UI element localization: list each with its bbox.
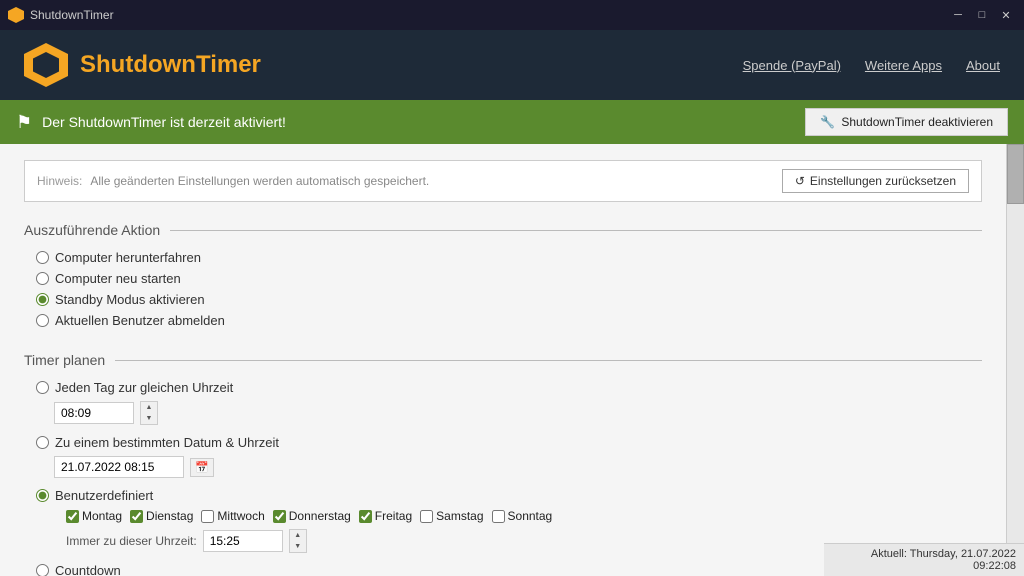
status-bar: ⚑ Der ShutdownTimer ist derzeit aktivier… — [0, 100, 1024, 144]
day-checkboxes: Montag Dienstag Mittwoch Donnerstag — [66, 509, 982, 523]
timer-radio-datetime[interactable] — [36, 436, 49, 449]
timer-radio-countdown[interactable] — [36, 564, 49, 576]
timer-radio-daily[interactable] — [36, 381, 49, 394]
action-section: Auszuführende Aktion Computer herunterfa… — [24, 222, 982, 328]
custom-radio-row: Benutzerdefiniert — [36, 488, 982, 503]
action-radio-logout[interactable] — [36, 314, 49, 327]
action-radio-shutdown[interactable] — [36, 251, 49, 264]
more-apps-link[interactable]: Weitere Apps — [865, 58, 942, 73]
datetime-input-row: 📅 — [54, 456, 982, 478]
reset-label: Einstellungen zurücksetzen — [810, 174, 956, 188]
checkbox-saturday[interactable] — [420, 510, 433, 523]
hint-box: Hinweis: Alle geänderten Einstellungen w… — [24, 160, 982, 202]
logo-inner-hex — [33, 52, 59, 78]
title-bar: ShutdownTimer ─ □ ✕ — [0, 0, 1024, 30]
spinner-up[interactable]: ▲ — [141, 402, 157, 413]
close-button[interactable]: ✕ — [996, 5, 1016, 25]
action-label-restart: Computer neu starten — [55, 271, 181, 286]
daily-time-spinner[interactable]: ▲ ▼ — [140, 401, 158, 425]
timer-radio-custom[interactable] — [36, 489, 49, 502]
status-message: Der ShutdownTimer ist derzeit aktiviert! — [42, 114, 805, 130]
logo-text: ShutdownTimer — [80, 51, 261, 79]
app-header: ShutdownTimer Spende (PayPal) Weitere Ap… — [0, 30, 1024, 100]
daily-label: Jeden Tag zur gleichen Uhrzeit — [55, 380, 233, 395]
datetime-radio-row: Zu einem bestimmten Datum & Uhrzeit — [36, 435, 982, 450]
action-option-standby: Standby Modus aktivieren — [24, 292, 982, 307]
uhrzeit-spinner[interactable]: ▲ ▼ — [289, 529, 307, 553]
about-link[interactable]: About — [966, 58, 1000, 73]
action-option-logout: Aktuellen Benutzer abmelden — [24, 313, 982, 328]
app-icon — [8, 7, 24, 23]
day-label-saturday: Samstag — [436, 509, 483, 523]
day-wednesday: Mittwoch — [201, 509, 264, 523]
uhrzeit-spinner-down[interactable]: ▼ — [290, 541, 306, 552]
scrollbar[interactable]: Aktuell: Thursday, 21.07.2022 09:22:08 — [1006, 144, 1024, 576]
main-wrapper: Hinweis: Alle geänderten Einstellungen w… — [0, 144, 1024, 576]
calendar-button[interactable]: 📅 — [190, 458, 214, 477]
uhrzeit-spinner-up[interactable]: ▲ — [290, 530, 306, 541]
scrollbar-thumb[interactable] — [1007, 144, 1024, 204]
datetime-label: Zu einem bestimmten Datum & Uhrzeit — [55, 435, 279, 450]
day-label-tuesday: Dienstag — [146, 509, 193, 523]
flag-icon: ⚑ — [16, 112, 32, 133]
maximize-button[interactable]: □ — [972, 5, 992, 25]
action-option-shutdown: Computer herunterfahren — [24, 250, 982, 265]
header-nav: Spende (PayPal) Weitere Apps About — [743, 58, 1000, 73]
deactivate-label: ShutdownTimer deaktivieren — [841, 115, 993, 129]
day-friday: Freitag — [359, 509, 412, 523]
hint-label: Hinweis: — [37, 174, 82, 188]
hint-text: Alle geänderten Einstellungen werden aut… — [90, 174, 773, 188]
action-section-title: Auszuführende Aktion — [24, 222, 982, 238]
timer-option-daily: Jeden Tag zur gleichen Uhrzeit ▲ ▼ — [24, 380, 982, 425]
reset-icon: ↺ — [795, 174, 805, 188]
day-tuesday: Dienstag — [130, 509, 193, 523]
wrench-icon: 🔧 — [820, 115, 835, 129]
daily-radio-row: Jeden Tag zur gleichen Uhrzeit — [36, 380, 982, 395]
logo-hex — [24, 43, 68, 87]
checkbox-friday[interactable] — [359, 510, 372, 523]
day-sunday: Sonntag — [492, 509, 553, 523]
action-option-restart: Computer neu starten — [24, 271, 982, 286]
day-monday: Montag — [66, 509, 122, 523]
action-label-shutdown: Computer herunterfahren — [55, 250, 201, 265]
timer-option-datetime: Zu einem bestimmten Datum & Uhrzeit 📅 — [24, 435, 982, 478]
uhrzeit-label: Immer zu dieser Uhrzeit: — [66, 534, 197, 548]
bottom-status: Aktuell: Thursday, 21.07.2022 09:22:08 — [824, 543, 1024, 576]
window-title: ShutdownTimer — [30, 8, 948, 22]
timer-section-title: Timer planen — [24, 352, 982, 368]
content-area: Hinweis: Alle geänderten Einstellungen w… — [0, 144, 1006, 576]
datetime-input[interactable] — [54, 456, 184, 478]
countdown-label: Countdown — [55, 563, 121, 576]
checkbox-thursday[interactable] — [273, 510, 286, 523]
checkbox-wednesday[interactable] — [201, 510, 214, 523]
spinner-down[interactable]: ▼ — [141, 413, 157, 424]
action-label-logout: Aktuellen Benutzer abmelden — [55, 313, 225, 328]
action-label-standby: Standby Modus aktivieren — [55, 292, 205, 307]
action-radio-standby[interactable] — [36, 293, 49, 306]
day-label-thursday: Donnerstag — [289, 509, 351, 523]
day-saturday: Samstag — [420, 509, 483, 523]
logo-area: ShutdownTimer — [24, 43, 743, 87]
donate-link[interactable]: Spende (PayPal) — [743, 58, 841, 73]
day-label-friday: Freitag — [375, 509, 412, 523]
reset-settings-button[interactable]: ↺ Einstellungen zurücksetzen — [782, 169, 969, 193]
day-label-monday: Montag — [82, 509, 122, 523]
minimize-button[interactable]: ─ — [948, 5, 968, 25]
checkbox-monday[interactable] — [66, 510, 79, 523]
day-label-wednesday: Mittwoch — [217, 509, 264, 523]
window-controls: ─ □ ✕ — [948, 5, 1016, 25]
daily-time-input[interactable] — [54, 402, 134, 424]
daily-time-row: ▲ ▼ — [54, 401, 982, 425]
checkbox-sunday[interactable] — [492, 510, 505, 523]
day-thursday: Donnerstag — [273, 509, 351, 523]
day-label-sunday: Sonntag — [508, 509, 553, 523]
uhrzeit-input[interactable] — [203, 530, 283, 552]
custom-label: Benutzerdefiniert — [55, 488, 153, 503]
action-radio-restart[interactable] — [36, 272, 49, 285]
checkbox-tuesday[interactable] — [130, 510, 143, 523]
deactivate-button[interactable]: 🔧 ShutdownTimer deaktivieren — [805, 108, 1008, 136]
